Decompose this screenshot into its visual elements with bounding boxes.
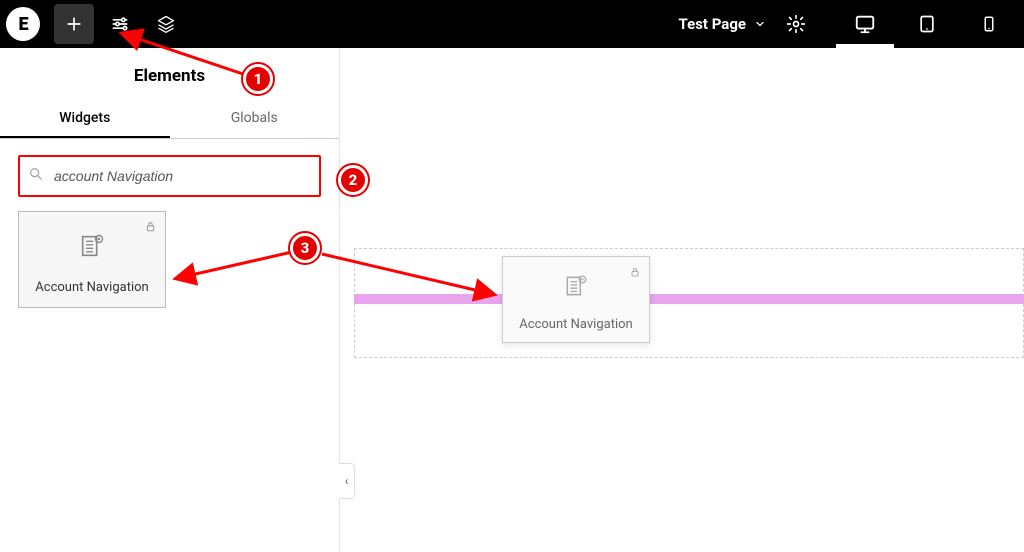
gear-icon xyxy=(786,14,806,34)
collapse-panel-handle[interactable]: ‹ xyxy=(339,463,355,499)
drop-indicator xyxy=(354,294,1024,304)
widget-account-navigation[interactable]: Account Navigation xyxy=(18,211,166,308)
widget-search xyxy=(18,155,321,197)
dragging-widget-ghost: Account Navigation xyxy=(502,256,650,343)
mobile-icon xyxy=(980,15,998,33)
desktop-icon xyxy=(854,13,876,35)
page-selector[interactable]: Test Page xyxy=(668,15,776,33)
device-desktop-button[interactable] xyxy=(836,0,894,48)
widget-label: Account Navigation xyxy=(25,272,159,295)
device-tablet-button[interactable] xyxy=(898,0,956,48)
tablet-icon xyxy=(917,14,937,34)
lock-icon xyxy=(144,218,157,237)
search-input[interactable] xyxy=(18,155,321,197)
search-icon xyxy=(28,166,44,186)
lock-icon xyxy=(629,263,641,282)
callout-3: 3 xyxy=(290,233,320,263)
page-settings-button[interactable] xyxy=(776,4,816,44)
callout-2: 2 xyxy=(338,165,368,195)
editor-canvas[interactable]: Account Navigation ‹ xyxy=(340,48,1024,552)
device-mobile-button[interactable] xyxy=(960,0,1018,48)
chevron-down-icon xyxy=(754,18,766,30)
page-title: Test Page xyxy=(678,15,746,33)
callout-1: 1 xyxy=(243,64,273,94)
widget-icon xyxy=(509,269,643,309)
widget-icon xyxy=(25,226,159,272)
responsive-devices xyxy=(836,0,1018,48)
ghost-label: Account Navigation xyxy=(509,309,643,332)
